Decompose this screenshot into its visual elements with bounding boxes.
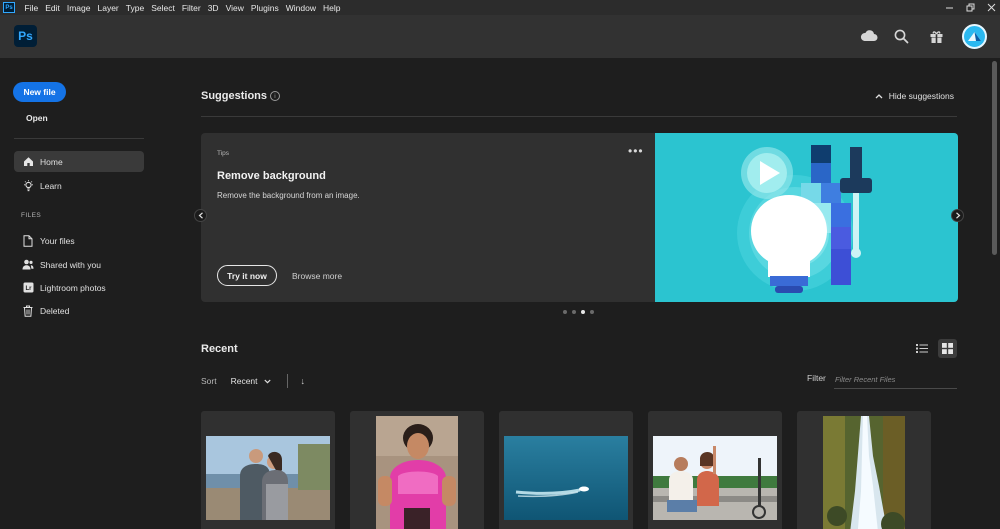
sidebar-item-label: Your files	[40, 235, 75, 246]
chevron-right-icon	[955, 212, 960, 219]
sidebar-item-label: Home	[40, 156, 63, 167]
sidebar-item-label: Learn	[40, 180, 62, 191]
girl-pink-dress-photo	[376, 416, 458, 529]
main-scrollbar[interactable]	[989, 58, 1000, 529]
sort-controls: Sort Recent ↓	[201, 374, 305, 388]
hide-suggestions-label: Hide suggestions	[888, 91, 954, 101]
browse-more-link[interactable]: Browse more	[292, 271, 342, 281]
files-section-label: FILES	[21, 212, 42, 219]
info-icon[interactable]: i	[270, 91, 280, 101]
menu-plugins[interactable]: Plugins	[247, 3, 282, 13]
chevron-down-icon	[263, 379, 271, 384]
menu-3d[interactable]: 3D	[204, 3, 222, 13]
recent-file-card[interactable]	[499, 411, 633, 529]
try-it-now-button[interactable]: Try it now	[217, 265, 277, 286]
grid-view-button[interactable]	[938, 339, 957, 358]
sort-dropdown[interactable]: Recent	[231, 376, 271, 386]
filter-label: Filter	[807, 373, 826, 383]
menu-filter[interactable]: Filter	[178, 3, 204, 13]
minimize-icon[interactable]	[945, 3, 954, 12]
gift-icon[interactable]	[927, 27, 945, 45]
carousel-dots	[563, 310, 594, 314]
recent-file-card[interactable]	[797, 411, 931, 529]
chevron-up-icon	[875, 94, 883, 99]
sidebar-item-your-files[interactable]: Your files	[14, 230, 144, 251]
shared-user-icon	[22, 259, 34, 271]
suggestions-heading: Suggestions	[201, 90, 268, 102]
carousel-dot[interactable]	[563, 310, 567, 314]
sidebar-divider	[14, 138, 144, 139]
card-title: Remove background	[217, 170, 326, 182]
lightroom-icon: Lr	[22, 282, 34, 294]
trash-icon	[22, 305, 34, 317]
sort-direction-icon[interactable]: ↓	[301, 376, 306, 386]
menu-window[interactable]: Window	[282, 3, 319, 13]
window-controls	[945, 0, 996, 15]
card-tag: Tips	[217, 150, 230, 157]
recent-file-card[interactable]	[350, 411, 484, 529]
sidebar-item-label: Deleted	[40, 305, 70, 316]
couple-selfie-photo	[653, 436, 777, 520]
sidebar-item-label: Lightroom photos	[40, 282, 106, 293]
grid-view-icon	[942, 343, 953, 354]
sort-value: Recent	[230, 376, 258, 386]
new-file-button[interactable]: New file	[13, 82, 66, 102]
sidebar-item-deleted[interactable]: Deleted	[14, 300, 144, 321]
menu-edit[interactable]: Edit	[42, 3, 64, 13]
list-view-icon	[915, 344, 928, 353]
carousel-dot[interactable]	[572, 310, 576, 314]
restore-icon[interactable]	[966, 3, 975, 12]
open-button[interactable]: Open	[26, 113, 48, 123]
menu-image[interactable]: Image	[63, 3, 94, 13]
sort-separator	[286, 374, 288, 388]
more-options-icon[interactable]: •••	[628, 145, 644, 157]
chevron-left-icon	[198, 212, 203, 219]
close-icon[interactable]	[987, 3, 996, 12]
lightbulb-icon	[22, 179, 34, 192]
app-icon[interactable]: Ps	[3, 2, 15, 13]
carousel-next-button[interactable]	[951, 209, 964, 222]
home-icon	[22, 156, 34, 168]
menu-select[interactable]: Select	[148, 3, 179, 13]
recent-heading: Recent	[201, 343, 238, 355]
filter-input[interactable]	[834, 371, 957, 389]
menu-type[interactable]: Type	[122, 3, 147, 13]
sidebar-item-label: Shared with you	[40, 259, 101, 270]
remove-background-illustration	[655, 133, 958, 302]
menu-view[interactable]: View	[222, 3, 247, 13]
sidebar-item-learn[interactable]: Learn	[14, 175, 144, 196]
photoshop-logo[interactable]: Ps	[14, 25, 37, 47]
speedboat-ocean-photo	[504, 436, 628, 520]
scrollbar-thumb[interactable]	[992, 61, 997, 255]
file-icon	[22, 234, 34, 247]
hide-suggestions-button[interactable]: Hide suggestions	[875, 91, 954, 101]
carousel-dot-active[interactable]	[581, 310, 585, 314]
card-description: Remove the background from an image.	[217, 191, 360, 200]
couple-lake-photo	[206, 436, 330, 520]
list-view-button[interactable]	[912, 339, 931, 358]
sidebar-item-home[interactable]: Home	[14, 151, 144, 172]
suggestions-divider	[201, 116, 957, 117]
recent-file-card[interactable]	[648, 411, 782, 529]
suggestion-card: Tips Remove background Remove the backgr…	[201, 133, 958, 302]
recent-file-card[interactable]	[201, 411, 335, 529]
menu-layer[interactable]: Layer	[94, 3, 122, 13]
cloud-icon[interactable]	[860, 27, 878, 45]
menu-help[interactable]: Help	[319, 3, 343, 13]
svg-text:Lr: Lr	[25, 286, 32, 292]
menu-file[interactable]: File	[21, 3, 42, 13]
left-sidebar: New file Open Home Learn FILES Your file…	[0, 58, 158, 529]
sort-label: Sort	[201, 376, 217, 386]
carousel-prev-button[interactable]	[194, 209, 207, 222]
sidebar-item-lightroom[interactable]: Lr Lightroom photos	[14, 277, 144, 298]
app-header: Ps	[0, 15, 1000, 58]
menu-bar: Ps File Edit Image Layer Type Select Fil…	[0, 0, 1000, 15]
avatar[interactable]	[962, 24, 987, 49]
sidebar-item-shared[interactable]: Shared with you	[14, 254, 144, 275]
search-icon[interactable]	[892, 27, 910, 45]
waterfall-forest-photo	[823, 416, 905, 529]
carousel-dot[interactable]	[590, 310, 594, 314]
